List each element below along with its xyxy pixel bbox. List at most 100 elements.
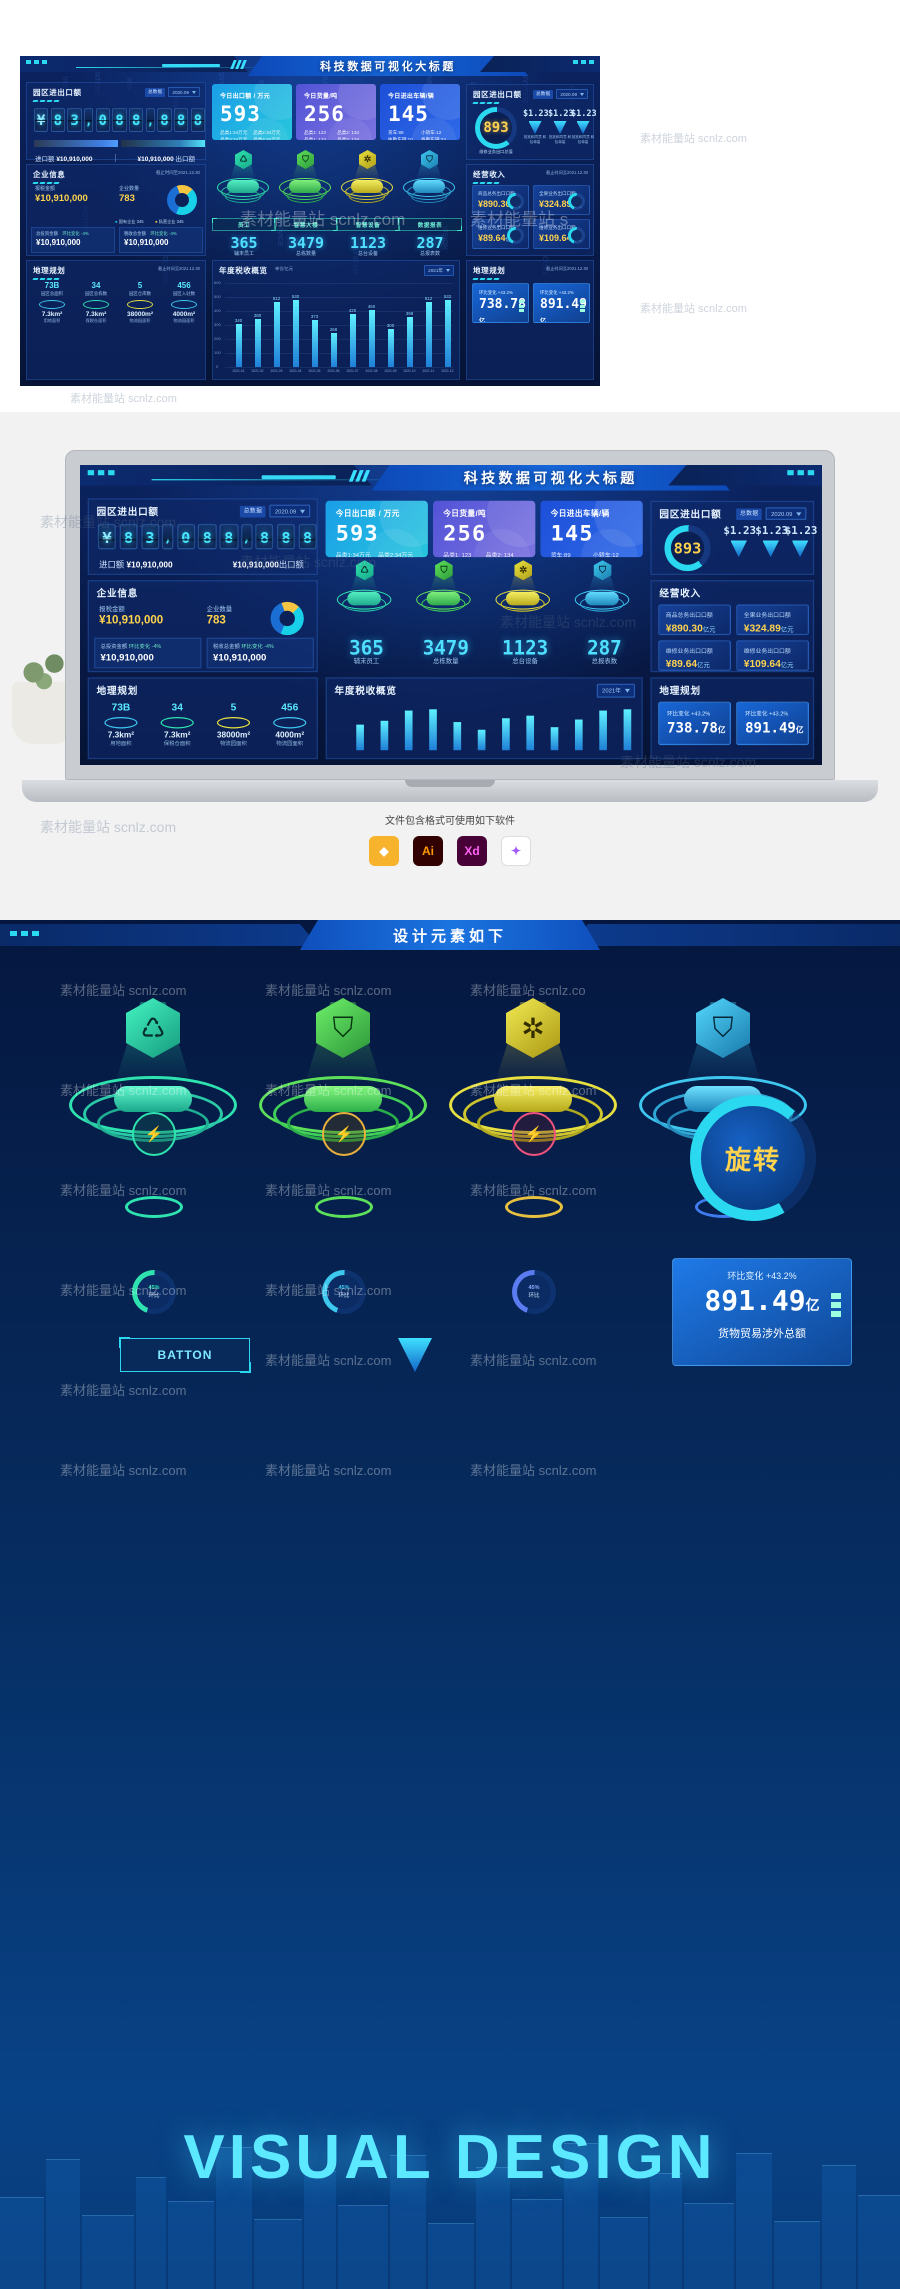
geo-item: 5 38000m² 物流园面积: [216, 701, 251, 747]
import-value: ¥10,910,000: [56, 156, 93, 163]
watermark: 素材能量站 scnlz.com: [70, 393, 177, 405]
bar-value-label: 268: [329, 327, 338, 332]
sub-metric: $1.23 批准和同意 和包单量: [571, 109, 597, 145]
module-label[interactable]: 员工: [212, 218, 276, 231]
date-select[interactable]: 2020.09: [168, 87, 200, 97]
chart-column: [542, 727, 566, 751]
pedestal-module[interactable]: ♺: [336, 560, 393, 627]
import-export-legend: 进口额 ¥10,910,000 ¥10,910,000 出口额: [27, 147, 205, 163]
x-tick: 2021.10: [403, 369, 416, 373]
module-label[interactable]: 智慧设备: [336, 218, 400, 231]
chip-total-data[interactable]: 总数据: [736, 507, 763, 520]
chart-date-select[interactable]: 2021年: [596, 683, 636, 698]
header-dots-right: [573, 60, 594, 64]
dashboard-title: 科技数据可视化大标题: [320, 61, 456, 73]
bolt-icon: ⚡: [144, 1126, 164, 1143]
pedestal-module[interactable]: ⛉: [415, 560, 472, 627]
import-export-controls[interactable]: 总数据 2020.09: [145, 87, 200, 97]
revenue-ring-icon: [568, 193, 585, 210]
chip-total-data[interactable]: 总数据: [533, 89, 554, 99]
geo-label: 园区仓库数: [129, 291, 151, 296]
geo-left-panel: 地理规划 截止时间至2021.12.30 73B 园区总面积 7.3km² 用地…: [26, 260, 206, 380]
chart-year-select[interactable]: 2021年: [424, 265, 454, 276]
mini-gauge: 45%环比: [132, 1270, 176, 1314]
x-tick: 2021.03: [270, 369, 283, 373]
arrow-down-icon: [553, 121, 567, 134]
geo-right-panel: 地理规划 环比变化 +43.2% 738.78亿 环比变化 +43.2% 891…: [650, 677, 815, 760]
header-accent-nub: [261, 475, 336, 480]
pedestal-module[interactable]: ✲: [340, 150, 394, 214]
kpi-bars: [831, 1293, 841, 1317]
x-tick: 2021.11: [422, 369, 435, 373]
digit: 8: [219, 523, 238, 550]
title-dash-decor: [27, 180, 205, 184]
tax-chart-panel: 年度税收概览 单位/亿元 2021年 600 500 400 300 200 1…: [212, 260, 460, 380]
import-export-controls[interactable]: 总数据 2020.09: [239, 504, 311, 518]
geo-right-panel: 地理规划 截止时间至2021.12.30 环比变化 +43.2% 738.78亿…: [466, 260, 594, 380]
gauge-ring: 893: [664, 525, 711, 572]
batton-button[interactable]: BATTON: [119, 1337, 251, 1373]
enterprise-stamp: 截止时间至2021.12.30: [156, 170, 200, 175]
sketch-icon[interactable]: ◆: [369, 836, 399, 866]
bar-value-label: 300: [386, 323, 395, 328]
coin-bolt-pink[interactable]: ⚡: [512, 1112, 556, 1156]
pedestal-module[interactable]: ⛉: [402, 150, 456, 214]
figma-icon[interactable]: ✦: [501, 836, 531, 866]
pedestal-cap: [351, 180, 383, 193]
chip-total-data[interactable]: 总数据: [239, 505, 266, 517]
pedestal-module[interactable]: ♺: [216, 150, 270, 214]
chart-date-select[interactable]: 2021年: [424, 265, 454, 276]
import-export-legend: 进口额 ¥10,910,000 ¥10,910,000出口额: [89, 549, 317, 570]
flip-digit-row: ¥ 8 3 , 0 8 8 , 8 8 8: [27, 102, 205, 132]
rotate-badge[interactable]: 旋转: [690, 1095, 816, 1221]
module-label[interactable]: 智慧大楼: [274, 218, 338, 231]
filing-label: 报税金额: [35, 186, 56, 192]
chip-total-data[interactable]: 总数据: [145, 87, 166, 97]
pedestal-module[interactable]: ⛉: [574, 560, 631, 627]
gauge-controls[interactable]: 总数据 2020.09: [736, 507, 807, 520]
chart-title: 年度税收概览: [334, 684, 397, 697]
chart-column: [396, 710, 420, 751]
bar: [425, 302, 432, 367]
revenue-card: 维修业务出口口额 ¥109.64亿元: [736, 640, 810, 671]
sub-metric-value: $1.23: [548, 109, 574, 119]
digit: 0: [95, 108, 110, 132]
header-dots-left: [26, 60, 47, 64]
coin-bolt-amber[interactable]: ⚡: [322, 1112, 366, 1156]
bar-value-label: 373: [310, 314, 319, 319]
laptop-screen: 科技数据可视化大标题 园区进出口额 总数据 2020.09 ¥ 8 3 , 0 …: [80, 465, 822, 765]
invest-subpanel: 总投资金额 环比变化 -4% ¥10,910,000: [94, 637, 202, 669]
coin-bolt-teal[interactable]: ⚡: [132, 1112, 176, 1156]
gauge-controls[interactable]: 总数据 2020.09: [533, 89, 588, 99]
stat-value: 593: [220, 102, 261, 126]
y-tick: 300: [214, 322, 221, 327]
gauge-ring: 893: [475, 107, 517, 149]
format-note: 文件包含格式可使用如下软件: [385, 816, 515, 827]
chart-year-select[interactable]: 2021年: [596, 683, 636, 698]
chart-column: [493, 718, 517, 751]
screen-dashboard: 科技数据可视化大标题 园区进出口额 总数据 2020.09 ¥ 8 3 , 0 …: [80, 465, 822, 765]
module-sub: 总栋数量: [432, 658, 459, 666]
illustrator-icon[interactable]: Ai: [413, 836, 443, 866]
filing-value: ¥10,910,000: [35, 193, 88, 204]
pedestal-module[interactable]: ⛉: [278, 150, 332, 214]
pedestal-cap: [304, 1086, 382, 1112]
date-select[interactable]: 2020.09: [556, 89, 588, 99]
module-label[interactable]: 数据报表: [398, 218, 462, 231]
chart-column: 530 2021.04: [286, 294, 305, 373]
chart-column: [445, 722, 469, 751]
watermark: 素材能量站 scnlz.com: [60, 983, 187, 998]
stat-value: 593: [335, 521, 379, 547]
watermark: 素材能量站 scnlz.com: [470, 1353, 597, 1368]
date-select[interactable]: 2020.09: [269, 504, 311, 518]
date-select[interactable]: 2020.09: [766, 507, 807, 520]
dashboard-title: 科技数据可视化大标题: [463, 471, 638, 487]
legend-item: ● 私营企业 345: [155, 219, 184, 224]
adobe-xd-icon[interactable]: Xd: [457, 836, 487, 866]
header-right-shape: [570, 924, 900, 946]
filing-value: ¥10,910,000: [99, 613, 164, 627]
mini-gauge: 45%环比: [322, 1270, 366, 1314]
pedestal-module[interactable]: ✲: [494, 560, 551, 627]
bar: [525, 715, 534, 751]
bar: [254, 319, 261, 367]
